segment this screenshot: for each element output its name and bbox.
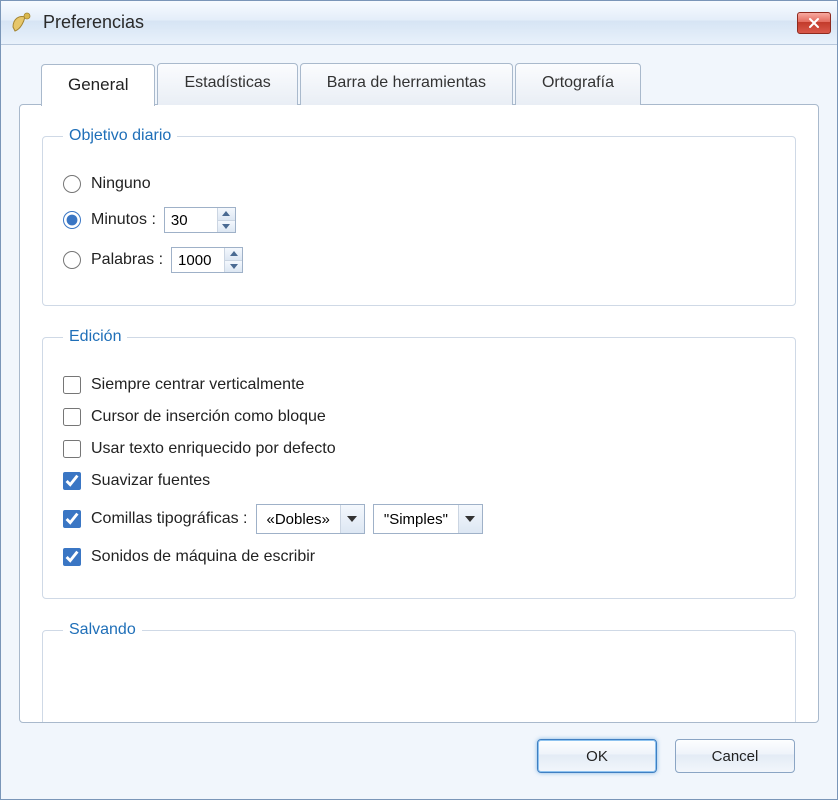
group-editing: Edición Siempre centrar verticalmente Cu…	[42, 328, 796, 599]
spinner-minutes-down[interactable]	[218, 221, 235, 233]
radio-none[interactable]	[63, 175, 81, 193]
tab-spelling[interactable]: Ortografía	[515, 63, 641, 105]
tab-statistics[interactable]: Estadísticas	[157, 63, 297, 105]
scrollarea[interactable]: Objetivo diario Ninguno Minutos :	[20, 105, 818, 722]
check-quotes[interactable]	[63, 510, 81, 528]
spinner-words	[171, 247, 243, 273]
spinner-words-up[interactable]	[225, 248, 242, 261]
spinner-minutes	[164, 207, 236, 233]
tabpanel-general: Objetivo diario Ninguno Minutos :	[19, 104, 819, 723]
chevron-up-icon	[230, 251, 238, 256]
check-center[interactable]	[63, 376, 81, 394]
group-legend-editing: Edición	[63, 328, 127, 346]
close-button[interactable]	[797, 12, 831, 34]
window-title: Preferencias	[43, 12, 797, 33]
check-richtext[interactable]	[63, 440, 81, 458]
combo-single-quotes[interactable]: "Simples"	[373, 504, 483, 534]
cancel-button[interactable]: Cancel	[675, 739, 795, 773]
tab-general[interactable]: General	[41, 64, 155, 106]
combo-single-quotes-value: "Simples"	[374, 505, 458, 533]
combo-double-quotes[interactable]: «Dobles»	[256, 504, 365, 534]
check-typewriter-label: Sonidos de máquina de escribir	[91, 548, 315, 566]
chevron-down-icon	[347, 516, 357, 522]
app-icon	[7, 9, 35, 37]
chevron-up-icon	[222, 211, 230, 216]
group-daily-goal: Objetivo diario Ninguno Minutos :	[42, 127, 796, 306]
combo-single-quotes-button[interactable]	[458, 505, 482, 533]
check-center-label: Siempre centrar verticalmente	[91, 376, 304, 394]
radio-words-label: Palabras :	[91, 251, 163, 269]
spinner-words-down[interactable]	[225, 261, 242, 273]
spinner-minutes-up[interactable]	[218, 208, 235, 221]
radio-minutes[interactable]	[63, 211, 81, 229]
client-area: General Estadísticas Barra de herramient…	[1, 45, 837, 799]
chevron-down-icon	[230, 264, 238, 269]
spinner-minutes-input[interactable]	[165, 208, 217, 232]
check-quotes-label: Comillas tipográficas :	[91, 510, 248, 528]
check-richtext-label: Usar texto enriquecido por defecto	[91, 440, 336, 458]
check-smooth-label: Suavizar fuentes	[91, 472, 210, 490]
spinner-words-input[interactable]	[172, 248, 224, 272]
tab-toolbar[interactable]: Barra de herramientas	[300, 63, 513, 105]
combo-double-quotes-button[interactable]	[340, 505, 364, 533]
check-block-cursor[interactable]	[63, 408, 81, 426]
radio-words[interactable]	[63, 251, 81, 269]
group-legend-saving: Salvando	[63, 621, 142, 639]
combo-double-quotes-value: «Dobles»	[257, 505, 340, 533]
dialog-button-bar: OK Cancel	[19, 723, 819, 789]
check-typewriter[interactable]	[63, 548, 81, 566]
radio-none-label: Ninguno	[91, 175, 151, 193]
close-icon	[808, 17, 820, 29]
check-block-cursor-label: Cursor de inserción como bloque	[91, 408, 326, 426]
group-legend-daily-goal: Objetivo diario	[63, 127, 177, 145]
tabstrip: General Estadísticas Barra de herramient…	[41, 63, 819, 105]
chevron-down-icon	[465, 516, 475, 522]
ok-button[interactable]: OK	[537, 739, 657, 773]
chevron-down-icon	[222, 224, 230, 229]
titlebar: Preferencias	[1, 1, 837, 45]
group-saving: Salvando	[42, 621, 796, 722]
radio-minutes-label: Minutos :	[91, 211, 156, 229]
preferences-window: Preferencias General Estadísticas Barra …	[0, 0, 838, 800]
check-smooth[interactable]	[63, 472, 81, 490]
